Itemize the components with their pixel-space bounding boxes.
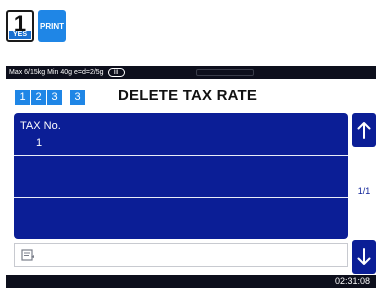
status-bar: Max 6/15kg Min 40g e=d=2/5g III: [6, 66, 376, 79]
breadcrumb-step-4: 3: [70, 90, 85, 105]
display-screen: Max 6/15kg Min 40g e=d=2/5g III 1 2 3 3 …: [6, 66, 376, 288]
breadcrumb-step-1: 1: [15, 90, 30, 105]
page-title: DELETE TAX RATE: [118, 87, 258, 104]
breadcrumb-step-2: 2: [31, 90, 46, 105]
arrow-up-icon: [357, 122, 371, 139]
memo-input[interactable]: [14, 243, 348, 267]
scale-capacity-text: Max 6/15kg Min 40g e=d=2/5g: [9, 69, 104, 76]
note-icon: [21, 249, 34, 261]
arrow-down-icon: [357, 248, 371, 265]
tax-no-header: TAX No.: [20, 120, 61, 132]
tax-no-value: 1: [36, 137, 43, 149]
scroll-up-button[interactable]: [352, 113, 376, 147]
scale-panel: 1 YES PRINT Max 6/15kg Min 40g e=d=2/5g …: [0, 0, 382, 288]
page-indicator: 1/1: [357, 186, 371, 196]
list-item[interactable]: [14, 197, 348, 238]
yes-key-label: YES: [9, 31, 31, 39]
bottom-status-bar: 02:31:08: [6, 275, 376, 288]
list-item[interactable]: [14, 155, 348, 196]
tax-list: TAX No. 1: [14, 113, 348, 239]
print-key-label: PRINT: [40, 21, 64, 31]
accuracy-class-badge: III: [107, 67, 125, 77]
yes-key-icon: 1 YES: [6, 10, 34, 42]
scroll-down-button[interactable]: [352, 240, 376, 274]
breadcrumb-step-3: 3: [47, 90, 62, 105]
status-indicator-slot: [196, 69, 254, 76]
clock-text: 02:31:08: [334, 276, 370, 286]
print-key-icon: PRINT: [38, 10, 66, 42]
list-item[interactable]: TAX No. 1: [14, 113, 348, 154]
title-row: 1 2 3 3 DELETE TAX RATE: [6, 79, 376, 111]
